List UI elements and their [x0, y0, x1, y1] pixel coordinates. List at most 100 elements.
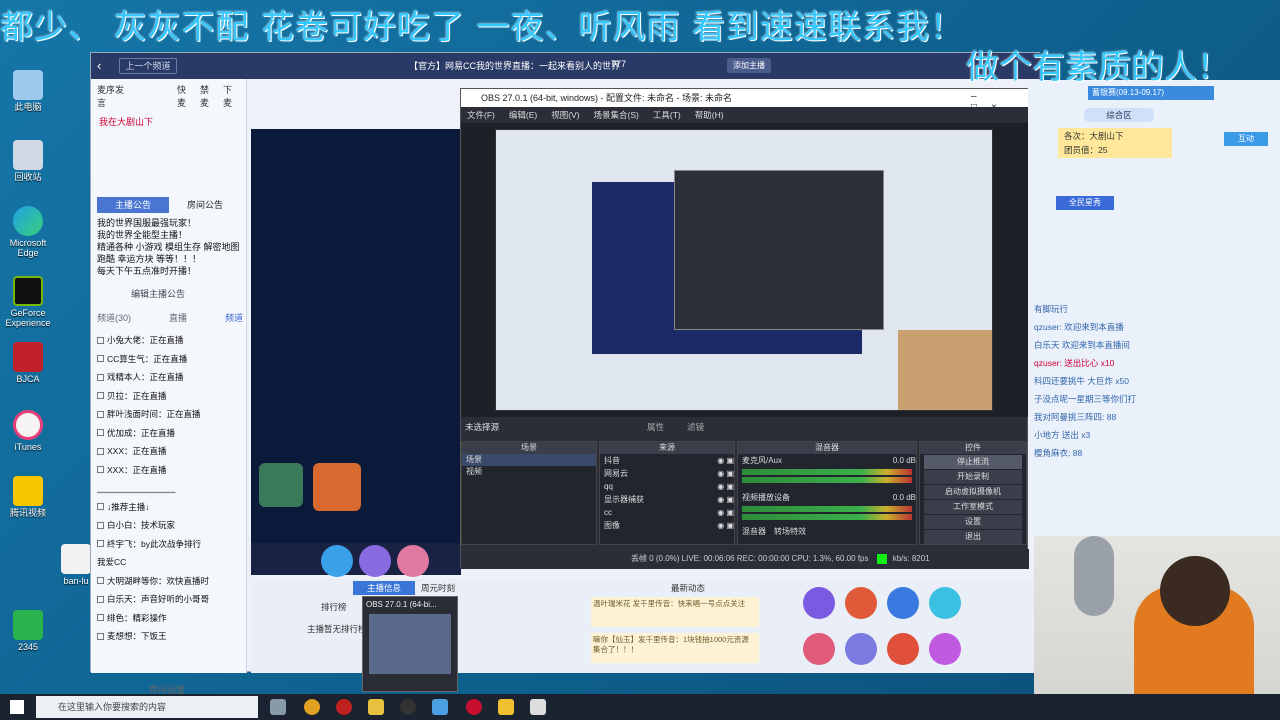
tab-mixer[interactable]: 混音器: [742, 526, 766, 537]
source-item[interactable]: 抖音 ◉ ▣: [600, 454, 734, 467]
back-arrow-icon[interactable]: ‹: [97, 58, 101, 73]
fun-icon[interactable]: [845, 633, 877, 665]
dock-title: 混音器: [738, 442, 916, 454]
virtual-camera-button[interactable]: 启动虚拟摄像机: [924, 485, 1022, 499]
filters-button[interactable]: 滤镜: [687, 421, 704, 433]
scene-item[interactable]: 视频: [462, 466, 596, 478]
taskbar-search[interactable]: 在这里输入你要搜索的内容: [36, 696, 258, 718]
tab-star-show[interactable]: 全民星秀: [1056, 196, 1114, 210]
source-item[interactable]: cc ◉ ▣: [600, 506, 734, 519]
source-item[interactable]: 显示器捕获 ◉ ▣: [600, 493, 734, 506]
desktop-icon-geforce[interactable]: GeForce Experience: [0, 276, 56, 328]
exit-button[interactable]: 退出: [924, 530, 1022, 544]
netease-icon[interactable]: [466, 699, 482, 715]
task-view-icon[interactable]: [270, 699, 286, 715]
tab-channel-count[interactable]: 频道(30): [97, 311, 131, 324]
add-anchor-button[interactable]: 添加主播: [727, 58, 771, 73]
interact-button[interactable]: 互动: [1224, 132, 1268, 146]
start-recording-button[interactable]: 开始录制: [924, 470, 1022, 484]
list-item[interactable]: 白乐天：声音好听的小哥哥: [97, 590, 243, 609]
windows-start-icon[interactable]: [10, 700, 24, 714]
tab-channel[interactable]: 频道: [225, 311, 243, 324]
file-explorer-icon[interactable]: [368, 699, 384, 715]
tab-zhouyuan[interactable]: 周元时刻: [421, 581, 455, 595]
thumbnail-image: [369, 614, 451, 674]
lottery-icon[interactable]: [313, 463, 361, 511]
tab-fast-mic[interactable]: 快麦: [177, 83, 194, 109]
blessing-icon[interactable]: [845, 587, 877, 619]
chrome-icon[interactable]: [304, 699, 320, 715]
tab-down-mic[interactable]: 下麦: [223, 83, 240, 109]
menu-view[interactable]: 视图(V): [551, 107, 579, 123]
desktop-icon-2345[interactable]: 2345: [0, 610, 56, 652]
menu-file[interactable]: 文件(F): [467, 107, 495, 123]
rank-area-button[interactable]: 综合区: [1084, 108, 1154, 122]
source-item[interactable]: 网易云 ◉ ▣: [600, 467, 734, 480]
desktop-icon-itunes[interactable]: iTunes: [0, 410, 56, 452]
tab-live[interactable]: 直播: [169, 311, 187, 324]
source-item[interactable]: qq ◉ ▣: [600, 480, 734, 493]
menu-help[interactable]: 帮助(H): [695, 107, 724, 123]
tab-mic-order[interactable]: 麦序发言: [97, 83, 131, 109]
list-item[interactable]: ↓推荐主播↓: [97, 498, 243, 517]
desktop-icon-bjca[interactable]: BJCA: [0, 342, 56, 384]
menu-edit[interactable]: 编辑(E): [509, 107, 537, 123]
list-item[interactable]: 麦想想：下饭王: [97, 627, 243, 646]
settings-button[interactable]: 设置: [924, 515, 1022, 529]
treasure-icon[interactable]: [887, 633, 919, 665]
properties-button[interactable]: 属性: [647, 421, 664, 433]
volume-slider[interactable]: [742, 514, 912, 520]
list-item[interactable]: 贝拉：正在直播: [97, 387, 243, 406]
cc-icon[interactable]: [432, 699, 448, 715]
list-item[interactable]: 胖叶浅面时间：正在直播: [97, 405, 243, 424]
desktop-icon-edge[interactable]: Microsoft Edge: [0, 206, 56, 258]
adventure-icon[interactable]: [887, 587, 919, 619]
desktop-icon-tencent-video[interactable]: 腾讯视频: [0, 476, 56, 518]
tab-latest-dynamic[interactable]: 最新动态: [671, 581, 705, 595]
list-item[interactable]: 绯色：精彩操作: [97, 609, 243, 628]
source-item[interactable]: 图像 ◉ ▣: [600, 519, 734, 532]
desktop-icon-recycle-bin[interactable]: 回收站: [0, 140, 56, 182]
gift-icon[interactable]: [359, 545, 391, 577]
list-item[interactable]: XXX：正在直播: [97, 461, 243, 480]
prev-channel-button[interactable]: 上一个频道: [119, 58, 177, 74]
list-item[interactable]: 终宇飞：by此次战争排行: [97, 535, 243, 554]
tab-anchor-notice[interactable]: 主播公告: [97, 197, 169, 213]
gift-icon[interactable]: [397, 545, 429, 577]
tab-room-notice[interactable]: 房间公告: [169, 197, 241, 213]
list-item[interactable]: 优加成：正在直播: [97, 424, 243, 443]
obs-icon[interactable]: [400, 699, 416, 715]
desktop-icon-this-pc[interactable]: 此电脑: [0, 70, 56, 112]
studio-mode-button[interactable]: 工作室模式: [924, 500, 1022, 514]
stop-streaming-button[interactable]: 停止推流: [924, 455, 1022, 469]
list-item[interactable]: XXX：正在直播: [97, 442, 243, 461]
netease-music-icon[interactable]: [336, 699, 352, 715]
guard-icon[interactable]: [803, 633, 835, 665]
tab-ban-mic[interactable]: 禁麦: [200, 83, 217, 109]
menu-tools[interactable]: 工具(T): [653, 107, 681, 123]
scene-item[interactable]: 场景: [462, 454, 596, 466]
mic-user: 我在大剧山下: [99, 117, 154, 127]
list-item[interactable]: 戏精本人：正在直播: [97, 368, 243, 387]
shoot-icon[interactable]: [929, 633, 961, 665]
volume-slider[interactable]: [742, 477, 912, 483]
list-item[interactable]: 大明湖畔等你：欢快直播时: [97, 572, 243, 591]
list-item[interactable]: CC算生气：正在直播: [97, 350, 243, 369]
menu-scene-collection[interactable]: 场景集合(S): [594, 107, 639, 123]
chat-message: 樱角麻衣: 88: [1034, 448, 1083, 458]
tab-transitions[interactable]: 转场特效: [774, 526, 806, 537]
app-icon[interactable]: [530, 699, 546, 715]
list-item[interactable]: 我爱CC: [97, 553, 243, 572]
list-item[interactable]: 白小白：技术玩家: [97, 516, 243, 535]
points-shop-icon[interactable]: [803, 587, 835, 619]
app-icon[interactable]: [498, 699, 514, 715]
list-item[interactable]: 小兔大佬：正在直播: [97, 331, 243, 350]
edge-icon: [13, 206, 43, 236]
treasure-box-icon[interactable]: [259, 463, 303, 507]
tab-anchor-info[interactable]: 主播信息: [353, 581, 415, 595]
taskbar-thumbnail-popup[interactable]: OBS 27.0.1 (64-bi...: [362, 596, 458, 692]
edit-notice-link[interactable]: 编辑主播公告: [131, 287, 185, 300]
gift-icon[interactable]: [321, 545, 353, 577]
month-icon[interactable]: [929, 587, 961, 619]
app-icon: [13, 610, 43, 640]
